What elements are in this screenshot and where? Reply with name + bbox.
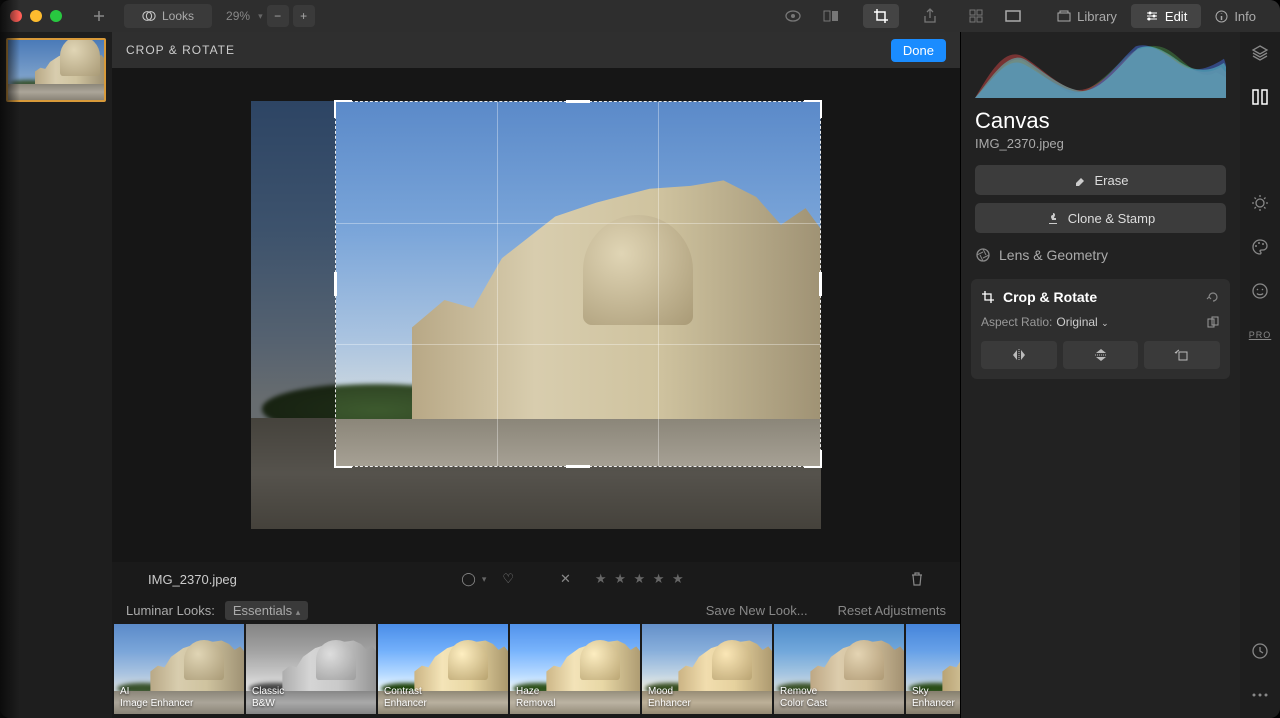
looks-icon [142,9,156,23]
zoom-level[interactable]: 29% [226,9,250,23]
crop-tool-button[interactable] [863,4,899,28]
flip-vertical-button[interactable] [1063,341,1139,369]
crop-handle-top[interactable] [566,100,590,103]
crop-handle-br[interactable] [804,450,822,468]
aspect-ratio-label: Aspect Ratio: [981,315,1052,329]
flip-horizontal-button[interactable] [981,341,1057,369]
reset-adjustments-button[interactable]: Reset Adjustments [838,603,946,618]
looks-bar: Luminar Looks: Essentials ▴ Save New Loo… [112,596,960,624]
panel-title: Canvas [961,104,1240,136]
edit-tab[interactable]: Edit [1131,4,1201,28]
aspect-ratio-dropdown[interactable]: Original ⌄ [1056,315,1108,329]
tool-rail: PRO [1240,32,1280,718]
stamp-icon [1046,211,1060,225]
face-rail-button[interactable] [1249,280,1271,302]
canvas-rail-button[interactable] [1249,86,1271,108]
crop-box[interactable] [335,101,821,467]
image-info-bar: IMG_2370.jpeg ◯ ▾ ♡ ✕ ★ ★ ★ ★ ★ [112,562,960,596]
preset-haze[interactable]: HazeRemoval [510,624,640,714]
preset-label: MoodEnhancer [648,686,691,710]
preset-label: RemoveColor Cast [780,686,827,710]
library-icon [1057,10,1071,22]
preset-strip: AIImage Enhancer ClassicB&W ContrastEnhanc… [112,624,960,718]
single-view-button[interactable] [995,4,1031,28]
preset-ai[interactable]: AIImage Enhancer [114,624,244,714]
crop-mode-header: CROP & ROTATE Done [112,32,960,68]
titlebar: Looks 29% ▾ − + Library Edit [0,0,1280,32]
clone-stamp-button[interactable]: Clone & Stamp [975,203,1226,233]
preset-mood[interactable]: MoodEnhancer [642,624,772,714]
light-rail-button[interactable] [1249,192,1271,214]
crop-handle-left[interactable] [334,272,337,296]
zoom-out-button[interactable]: − [267,5,289,27]
info-icon [1215,10,1228,23]
aperture-icon [975,247,991,263]
histogram[interactable] [975,36,1226,98]
preset-label: AIImage Enhancer [120,686,193,710]
preset-sky[interactable]: SkyEnhancer [906,624,960,714]
preset-label: ClassicB&W [252,686,284,710]
crop-rotate-label: Crop & Rotate [1003,289,1097,305]
preview-button[interactable] [775,4,811,28]
preset-label: SkyEnhancer [912,686,955,710]
preset-color[interactable]: RemoveColor Cast [774,624,904,714]
add-button[interactable] [82,4,116,28]
maximize-window-button[interactable] [50,10,62,22]
preset-contrast[interactable]: ContrastEnhancer [378,624,508,714]
zoom-in-button[interactable]: + [293,5,315,27]
crop-title: CROP & ROTATE [126,43,235,57]
rating-stars[interactable]: ★ ★ ★ ★ ★ [595,571,686,587]
preset-label: ContrastEnhancer [384,686,427,710]
history-rail-button[interactable] [1249,640,1271,662]
info-tab[interactable]: Info [1201,4,1270,28]
minimize-window-button[interactable] [30,10,42,22]
sliders-icon [1145,10,1159,22]
preset-label: HazeRemoval [516,686,555,710]
color-tag-button[interactable]: ◯ [461,571,476,587]
erase-button[interactable]: Erase [975,165,1226,195]
color-rail-button[interactable] [1249,236,1271,258]
preset-bw[interactable]: ClassicB&W [246,624,376,714]
crop-handle-bottom[interactable] [566,465,590,468]
filmstrip-thumbnail[interactable] [6,38,106,102]
favorite-button[interactable]: ♡ [502,571,514,587]
rotate-aspect-button[interactable] [1206,315,1220,329]
crop-reset-button[interactable] [1206,290,1220,304]
edit-panel: Canvas IMG_2370.jpeg Erase Clone & Stamp… [960,32,1240,718]
panel-filename: IMG_2370.jpeg [961,136,1240,161]
looks-category-dropdown[interactable]: Essentials ▴ [225,601,308,620]
looks-label: Luminar Looks: [126,603,215,618]
looks-dropdown[interactable]: Looks [124,4,212,28]
rotate-button[interactable] [1144,341,1220,369]
pro-rail-button[interactable]: PRO [1249,324,1271,346]
grid-view-button[interactable] [959,4,993,28]
layers-rail-button[interactable] [1249,42,1271,64]
crop-handle-bl[interactable] [334,450,352,468]
crop-handle-right[interactable] [819,272,822,296]
save-look-button[interactable]: Save New Look... [706,603,808,618]
library-tab[interactable]: Library [1043,4,1131,28]
filename-label: IMG_2370.jpeg [148,572,237,587]
crop-handle-tl[interactable] [334,100,352,118]
lens-geometry-section[interactable]: Lens & Geometry [961,237,1240,273]
crop-rotate-section: Crop & Rotate Aspect Ratio: Original ⌄ [971,279,1230,379]
share-button[interactable] [913,4,947,28]
more-rail-button[interactable] [1249,684,1271,706]
crop-handle-tr[interactable] [804,100,822,118]
delete-button[interactable] [910,571,924,587]
done-button[interactable]: Done [891,39,946,62]
reject-button[interactable]: ✕ [560,571,571,587]
looks-label: Looks [162,9,194,23]
erase-icon [1073,173,1087,187]
crop-icon [981,290,995,304]
compare-button[interactable] [813,4,849,28]
canvas-area[interactable] [112,68,960,562]
